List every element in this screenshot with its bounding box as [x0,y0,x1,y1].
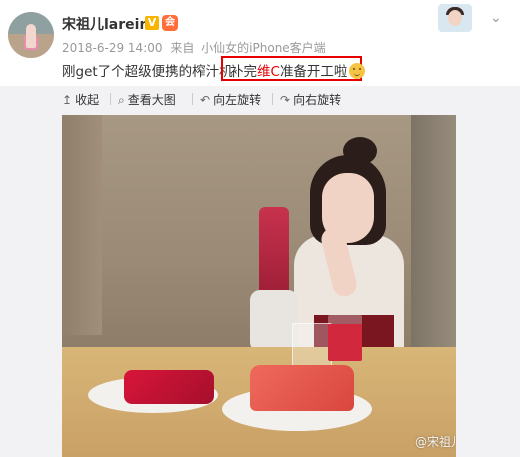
highlighted-text: 补完维C准备开工啦 [230,60,366,80]
smile-emoji-icon [349,63,366,79]
toolbar-divider [272,93,273,105]
photo-watermark: @宋祖儿lareina [415,435,456,449]
rotate-left-button[interactable]: ↶ 向左旋转 [200,91,261,108]
verified-badge-icon: V [145,16,159,30]
chevron-down-icon[interactable]: ⌄ [490,10,502,26]
member-badge-icon: 会 [162,15,178,31]
collapse-button[interactable]: ↥ 收起 [62,91,99,108]
collapse-icon: ↥ [62,93,73,107]
highlight-text-pre: 补完 [230,64,257,80]
post-meta: 2018-6-29 14:00 来自 小仙女的iPhone客户端 [62,39,326,56]
rotate-right-label: 向右旋转 [293,93,342,107]
author-avatar[interactable] [8,12,54,58]
photo-blender-base [250,290,298,352]
photo-dragonfruit [124,370,214,404]
post-photo[interactable]: @宋祖儿lareina [62,115,456,457]
post-source[interactable]: 小仙女的iPhone客户端 [201,41,326,55]
view-large-label: 查看大图 [127,93,176,107]
post-text: 刚get了个超级便携的榨汁机 [62,64,233,80]
photo-blender-cup [259,207,289,293]
search-icon: ⌕ [118,93,125,107]
photo-watermelon [250,365,354,411]
collapse-label: 收起 [75,93,100,107]
viewer-avatar[interactable] [438,4,472,32]
source-prefix: 来自 [170,41,195,55]
photo-juice-glass [328,315,362,361]
toolbar-divider [192,93,193,105]
photo-rock-left [62,115,102,335]
rotate-right-icon: ↷ [280,93,291,107]
rotate-left-label: 向左旋转 [213,93,262,107]
highlight-text-post: 准备开工啦 [279,64,348,80]
photo-rock-right [411,115,456,353]
highlight-text-red: 维C [257,64,280,80]
toolbar-divider [110,93,111,105]
view-large-button[interactable]: ⌕ 查看大图 [118,91,176,108]
rotate-right-button[interactable]: ↷ 向右旋转 [280,91,341,108]
post-timestamp[interactable]: 2018-6-29 14:00 [62,41,163,55]
photo-person-bun [343,137,377,165]
rotate-left-icon: ↶ [200,93,211,107]
